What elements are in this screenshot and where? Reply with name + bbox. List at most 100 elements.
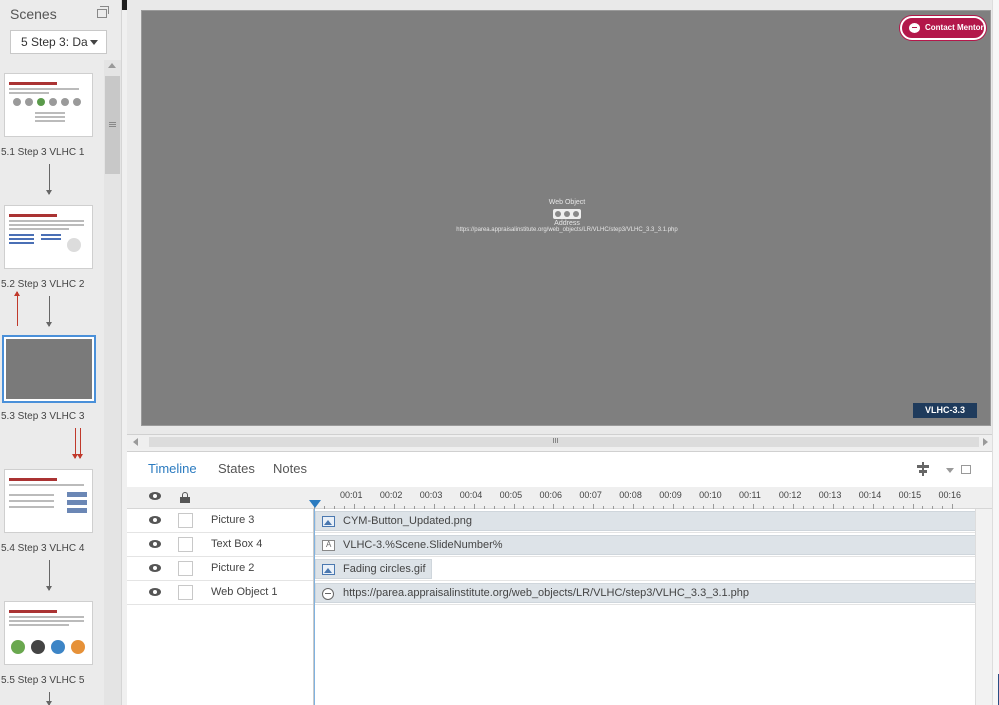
popout-icon[interactable] [961,465,971,474]
scroll-up-icon[interactable] [108,63,116,68]
slide-label: 5.4 Step 3 VLHC 4 [1,543,85,554]
web-object-title: Web Object [548,199,586,206]
playhead-line[interactable] [314,509,315,705]
scene-select-dropdown[interactable]: 5 Step 3: Da [10,30,107,54]
eye-icon[interactable] [149,516,161,524]
ruler-tick-label: 00:07 [579,490,602,500]
chat-bubble-icon [909,23,920,33]
ruler-tick-label: 00:11 [739,490,761,500]
eye-icon[interactable] [149,492,161,500]
timeline-object-bar[interactable]: Fading circles.gif [315,559,432,579]
tab-notes[interactable]: Notes [273,461,307,476]
ruler-tick-label: 00:13 [818,490,842,500]
timeline-object-bar[interactable]: https://parea.appraisalinstitute.org/web… [315,583,977,603]
branch-arrow [46,296,52,327]
stage-horizontal-scrollbar[interactable] [127,434,992,449]
slide-thumbnail[interactable] [4,73,93,137]
playhead-marker-icon[interactable] [309,500,321,508]
popout-icon[interactable] [97,6,109,18]
ruler-tick-label: 00:16 [938,490,962,500]
contact-mentor-button[interactable]: Contact Mentor [900,16,986,40]
web-object-icon [322,588,334,600]
lock-toggle[interactable] [178,585,193,600]
image-icon [322,516,335,527]
eye-icon[interactable] [149,540,161,548]
grip-icon [553,438,554,443]
timeline-row[interactable]: Text Box 4 VLHC-3.%Scene.SlideNumber% [127,533,992,557]
scenes-panel-title: Scenes [10,6,57,22]
branch-arrow [46,560,52,591]
object-bar-label: Fading circles.gif [343,563,426,575]
ruler-tick-label: 00:12 [778,490,802,500]
timeline-object-bar[interactable]: CYM-Button_Updated.png [315,511,977,531]
ruler-tick-label: 00:06 [539,490,563,500]
ruler-tick-label: 00:15 [898,490,922,500]
object-name: Text Box 4 [211,538,263,550]
timeline-panel: Timeline States Notes 00:01 00:02 00:03 00:… [127,451,992,705]
scenes-scrollbar[interactable] [104,60,121,705]
ruler-tick-label: 00:04 [459,490,483,500]
right-panel-edge [992,0,999,705]
object-bar-label: VLHC-3.%Scene.SlideNumber% [343,539,503,551]
web-object-icon [553,209,581,219]
branch-arrow [14,291,20,326]
ruler-tick-label: 00:09 [659,490,682,500]
web-object-url: https://parea.appraisalinstitute.org/web… [456,227,678,233]
slide-thumbnail[interactable] [4,601,93,665]
object-name: Web Object 1 [211,586,278,598]
object-bar-label: https://parea.appraisalinstitute.org/web… [343,587,750,599]
scroll-right-icon[interactable] [983,438,988,446]
slide-label: 5.3 Step 3 VLHC 3 [1,411,85,422]
slide-label: 5.2 Step 3 VLHC 2 [1,279,85,290]
object-name: Picture 3 [211,514,255,526]
slide-thumbnail[interactable] [4,205,93,269]
slide-label: 5.1 Step 3 VLHC 1 [1,147,85,158]
textbox-icon [322,540,335,551]
scene-select-value: 5 Step 3: Da [21,35,88,49]
ruler-tick-label: 00:03 [419,490,443,500]
object-name: Picture 2 [211,562,255,574]
web-object-placeholder[interactable]: Web Object Address https://parea.apprais… [442,199,692,233]
ruler-tick-label: 00:08 [619,490,642,500]
align-tool-icon[interactable] [916,462,930,476]
lock-toggle[interactable] [178,561,193,576]
timeline-row[interactable]: Web Object 1 https://parea.appraisalinst… [127,581,992,605]
tab-timeline[interactable]: Timeline [148,461,197,476]
slide-label: 5.5 Step 3 VLHC 5 [1,675,85,686]
ruler-tick-label: 00:02 [379,490,403,500]
branch-arrow [46,164,52,195]
image-icon [322,564,335,575]
tab-states[interactable]: States [218,461,255,476]
ruler-tick-label: 00:01 [340,490,363,500]
storyline-editor: Scenes 5 Step 3: Da 5.1 Step 3 VLHC 1 5.… [0,0,999,705]
timeline-vertical-scrollbar[interactable] [975,509,992,705]
timeline-object-bar[interactable]: VLHC-3.%Scene.SlideNumber% [315,535,977,555]
scenes-panel: Scenes 5 Step 3: Da 5.1 Step 3 VLHC 1 5.… [0,0,122,705]
slide-stage[interactable]: Contact Mentor Web Object Address https:… [141,10,991,426]
slide-number-textbox[interactable]: VLHC-3.3 [913,403,977,418]
timeline-header: 00:01 00:02 00:03 00:04 00:05 00:06 00:07 00:08… [127,487,992,509]
lock-toggle[interactable] [178,513,193,528]
slide-thumbnail-selected[interactable] [2,335,96,403]
timeline-row[interactable]: Picture 3 CYM-Button_Updated.png [127,509,992,533]
branch-arrow [72,428,78,459]
contact-mentor-label: Contact Mentor [925,23,984,32]
timeline-ruler[interactable]: 00:01 00:02 00:03 00:04 00:05 00:06 00:07 00:08… [314,487,977,509]
lock-icon[interactable] [180,492,190,503]
timeline-row[interactable]: Picture 2 Fading circles.gif [127,557,992,581]
ruler-tick-label: 00:05 [499,490,523,500]
scroll-left-icon[interactable] [133,438,138,446]
eye-icon[interactable] [149,588,161,596]
eye-icon[interactable] [149,564,161,572]
lock-toggle[interactable] [178,537,193,552]
scrollbar-thumb[interactable] [149,437,979,447]
timeline-rows: Picture 3 CYM-Button_Updated.png Text Bo… [127,509,992,605]
branch-arrow [77,428,83,459]
ruler-tick-label: 00:10 [699,490,722,500]
chevron-down-icon[interactable] [946,468,954,473]
ruler-tick-label: 00:14 [858,490,882,500]
slide-thumbnail[interactable] [4,469,93,533]
branch-arrow [46,692,52,705]
scrollbar-thumb[interactable] [105,76,120,174]
web-object-address-label: Address [554,220,580,227]
